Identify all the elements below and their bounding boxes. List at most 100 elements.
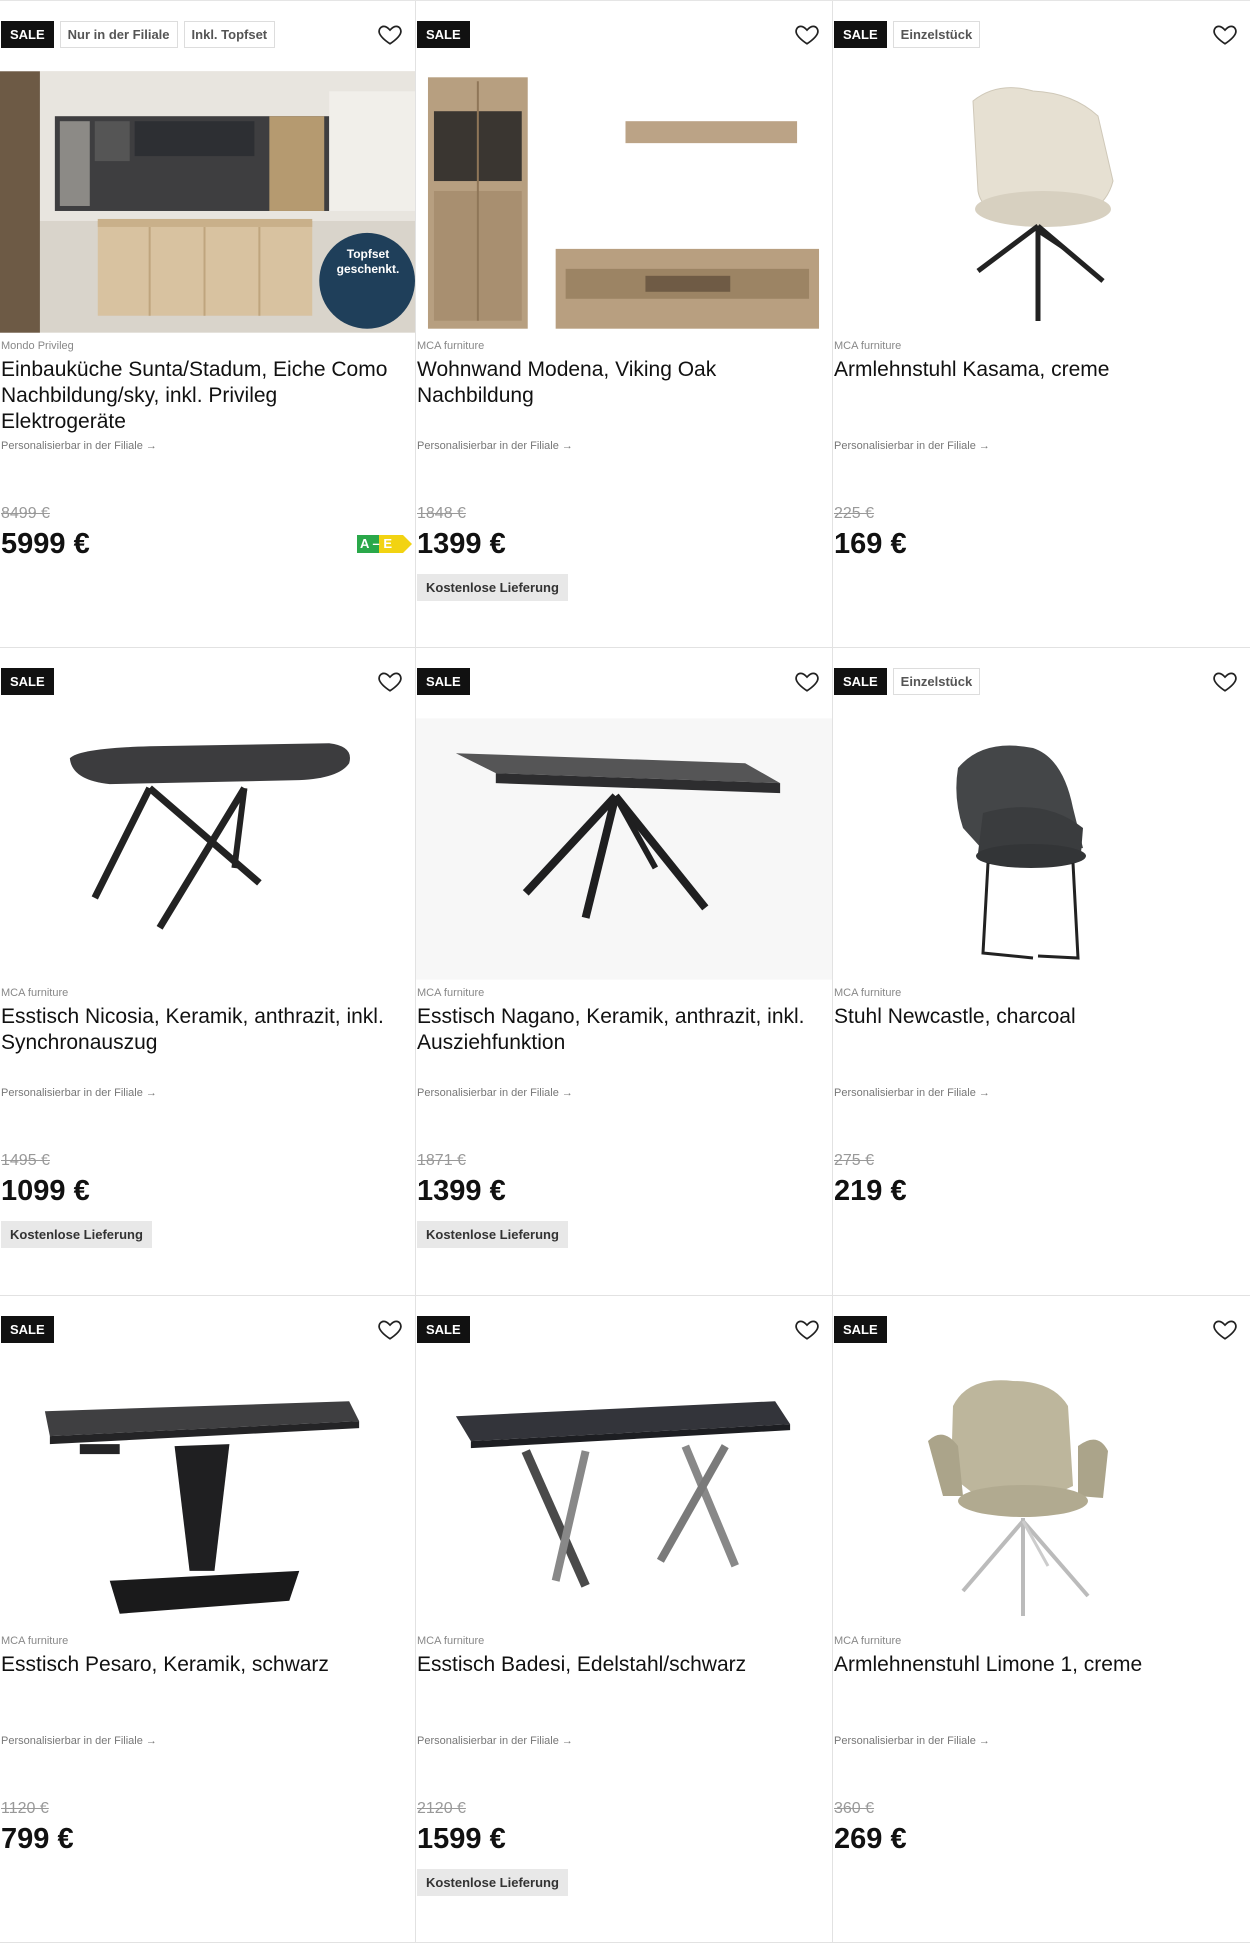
product-image[interactable] xyxy=(416,71,832,333)
badge-row: SALE xyxy=(417,668,470,695)
sale-badge: SALE xyxy=(1,668,54,695)
sale-badge: SALE xyxy=(417,21,470,48)
badge-row: SALE xyxy=(834,1316,887,1343)
product-title[interactable]: Esstisch Nicosia, Keramik, anthrazit, in… xyxy=(1,1004,406,1056)
product-card[interactable]: SALE MCA furniture Esstisch Nicosia, Ker… xyxy=(0,648,416,1296)
price: 269 € xyxy=(834,1823,907,1855)
energy-label-icon[interactable]: A – E xyxy=(357,535,413,558)
heart-icon[interactable] xyxy=(377,668,403,694)
brand-label: MCA furniture xyxy=(1,1635,69,1647)
heart-icon[interactable] xyxy=(377,21,403,47)
price: 1599 € xyxy=(417,1823,506,1855)
badge-row: SALE Einzelstück xyxy=(834,668,981,695)
heart-icon[interactable] xyxy=(1212,668,1238,694)
badge-row: SALE xyxy=(1,1316,54,1343)
badge-row: SALE xyxy=(417,21,470,48)
potset-badge: Inkl. Topfset xyxy=(183,21,276,48)
product-card[interactable]: SALE MCA furniture Esstisch Pesaro, Kera… xyxy=(0,1296,416,1943)
personalize-link[interactable]: Personalisierbar in der Filiale → xyxy=(1,1735,157,1747)
brand-label: MCA furniture xyxy=(1,987,69,999)
free-delivery-badge: Kostenlose Lieferung xyxy=(417,1869,568,1896)
heart-icon[interactable] xyxy=(1212,1316,1238,1342)
store-only-badge: Nur in der Filiale xyxy=(59,21,178,48)
brand-label: MCA furniture xyxy=(834,1635,902,1647)
sale-badge: SALE xyxy=(417,1316,470,1343)
badge-row: SALE xyxy=(1,668,54,695)
old-price: 1871 € xyxy=(417,1152,466,1169)
product-card[interactable]: SALE MCA furniture Esstisch Badesi, Edel… xyxy=(416,1296,833,1943)
product-title[interactable]: Armlehnstuhl Kasama, creme xyxy=(834,357,1239,383)
heart-icon[interactable] xyxy=(377,1316,403,1342)
product-image[interactable] xyxy=(0,718,415,980)
brand-label: MCA furniture xyxy=(417,987,485,999)
product-image[interactable]: Topfset geschenkt. xyxy=(0,71,415,333)
heart-icon[interactable] xyxy=(1212,21,1238,47)
product-card[interactable]: SALE MCA furniture Esstisch Nagano, Kera… xyxy=(416,648,833,1296)
brand-label: MCA furniture xyxy=(417,340,485,352)
product-image[interactable] xyxy=(416,1366,832,1628)
old-price: 275 € xyxy=(834,1152,875,1169)
personalize-link[interactable]: Personalisierbar in der Filiale → xyxy=(1,1087,157,1099)
product-image[interactable] xyxy=(0,1366,415,1628)
price: 5999 € xyxy=(1,528,90,560)
sale-badge: SALE xyxy=(417,668,470,695)
old-price: 1848 € xyxy=(417,505,466,522)
heart-icon[interactable] xyxy=(794,1316,820,1342)
sale-badge: SALE xyxy=(834,1316,887,1343)
personalize-link[interactable]: Personalisierbar in der Filiale → xyxy=(834,440,990,452)
product-image[interactable] xyxy=(833,1366,1250,1628)
product-title[interactable]: Esstisch Pesaro, Keramik, schwarz xyxy=(1,1652,406,1678)
product-title[interactable]: Einbauküche Sunta/Stadum, Eiche Como Nac… xyxy=(1,357,406,435)
product-grid: SALE Nur in der Filiale Inkl. Topfset To… xyxy=(0,0,1250,1943)
free-delivery-badge: Kostenlose Lieferung xyxy=(1,1221,152,1248)
personalize-link[interactable]: Personalisierbar in der Filiale → xyxy=(1,440,157,452)
product-card[interactable]: SALE Nur in der Filiale Inkl. Topfset To… xyxy=(0,1,416,648)
product-image[interactable] xyxy=(416,718,832,980)
single-item-badge: Einzelstück xyxy=(892,668,981,695)
potset-overlay-label: Topfset geschenkt. xyxy=(336,247,400,276)
single-item-badge: Einzelstück xyxy=(892,21,981,48)
old-price: 360 € xyxy=(834,1800,875,1817)
sale-badge: SALE xyxy=(1,1316,54,1343)
personalize-link[interactable]: Personalisierbar in der Filiale → xyxy=(834,1087,990,1099)
old-price: 8499 € xyxy=(1,505,50,522)
old-price: 225 € xyxy=(834,505,875,522)
personalize-link[interactable]: Personalisierbar in der Filiale → xyxy=(417,440,573,452)
brand-label: MCA furniture xyxy=(417,1635,485,1647)
badge-row: SALE xyxy=(417,1316,470,1343)
sale-badge: SALE xyxy=(1,21,54,48)
free-delivery-badge: Kostenlose Lieferung xyxy=(417,574,568,601)
old-price: 2120 € xyxy=(417,1800,466,1817)
price: 799 € xyxy=(1,1823,74,1855)
old-price: 1495 € xyxy=(1,1152,50,1169)
sale-badge: SALE xyxy=(834,21,887,48)
badge-row: SALE Einzelstück xyxy=(834,21,981,48)
free-delivery-badge: Kostenlose Lieferung xyxy=(417,1221,568,1248)
product-image[interactable] xyxy=(833,71,1250,333)
old-price: 1120 € xyxy=(1,1800,49,1817)
brand-label: MCA furniture xyxy=(834,987,902,999)
product-title[interactable]: Wohnwand Modena, Viking Oak Nachbildung xyxy=(417,357,822,409)
product-card[interactable]: SALE Einzelstück MCA furniture Armlehnst… xyxy=(833,1,1250,648)
personalize-link[interactable]: Personalisierbar in der Filiale → xyxy=(417,1735,573,1747)
sale-badge: SALE xyxy=(834,668,887,695)
price: 1399 € xyxy=(417,528,506,560)
product-title[interactable]: Stuhl Newcastle, charcoal xyxy=(834,1004,1239,1030)
price: 219 € xyxy=(834,1175,907,1207)
product-title[interactable]: Esstisch Nagano, Keramik, anthrazit, ink… xyxy=(417,1004,822,1056)
heart-icon[interactable] xyxy=(794,21,820,47)
product-image[interactable] xyxy=(833,718,1250,980)
heart-icon[interactable] xyxy=(794,668,820,694)
brand-label: Mondo Privileg xyxy=(1,340,74,352)
personalize-link[interactable]: Personalisierbar in der Filiale → xyxy=(834,1735,990,1747)
price: 169 € xyxy=(834,528,907,560)
personalize-link[interactable]: Personalisierbar in der Filiale → xyxy=(417,1087,573,1099)
product-title[interactable]: Esstisch Badesi, Edelstahl/schwarz xyxy=(417,1652,822,1678)
energy-label-text: A – E xyxy=(360,536,393,551)
product-card[interactable]: SALE MCA furniture Wohnwand Modena, Viki… xyxy=(416,1,833,648)
product-title[interactable]: Armlehnenstuhl Limone 1, creme xyxy=(834,1652,1239,1678)
product-card[interactable]: SALE MCA furniture Armlehnenstuhl Limone… xyxy=(833,1296,1250,1943)
product-card[interactable]: SALE Einzelstück MCA furniture Stuhl New… xyxy=(833,648,1250,1296)
price: 1099 € xyxy=(1,1175,90,1207)
price: 1399 € xyxy=(417,1175,506,1207)
